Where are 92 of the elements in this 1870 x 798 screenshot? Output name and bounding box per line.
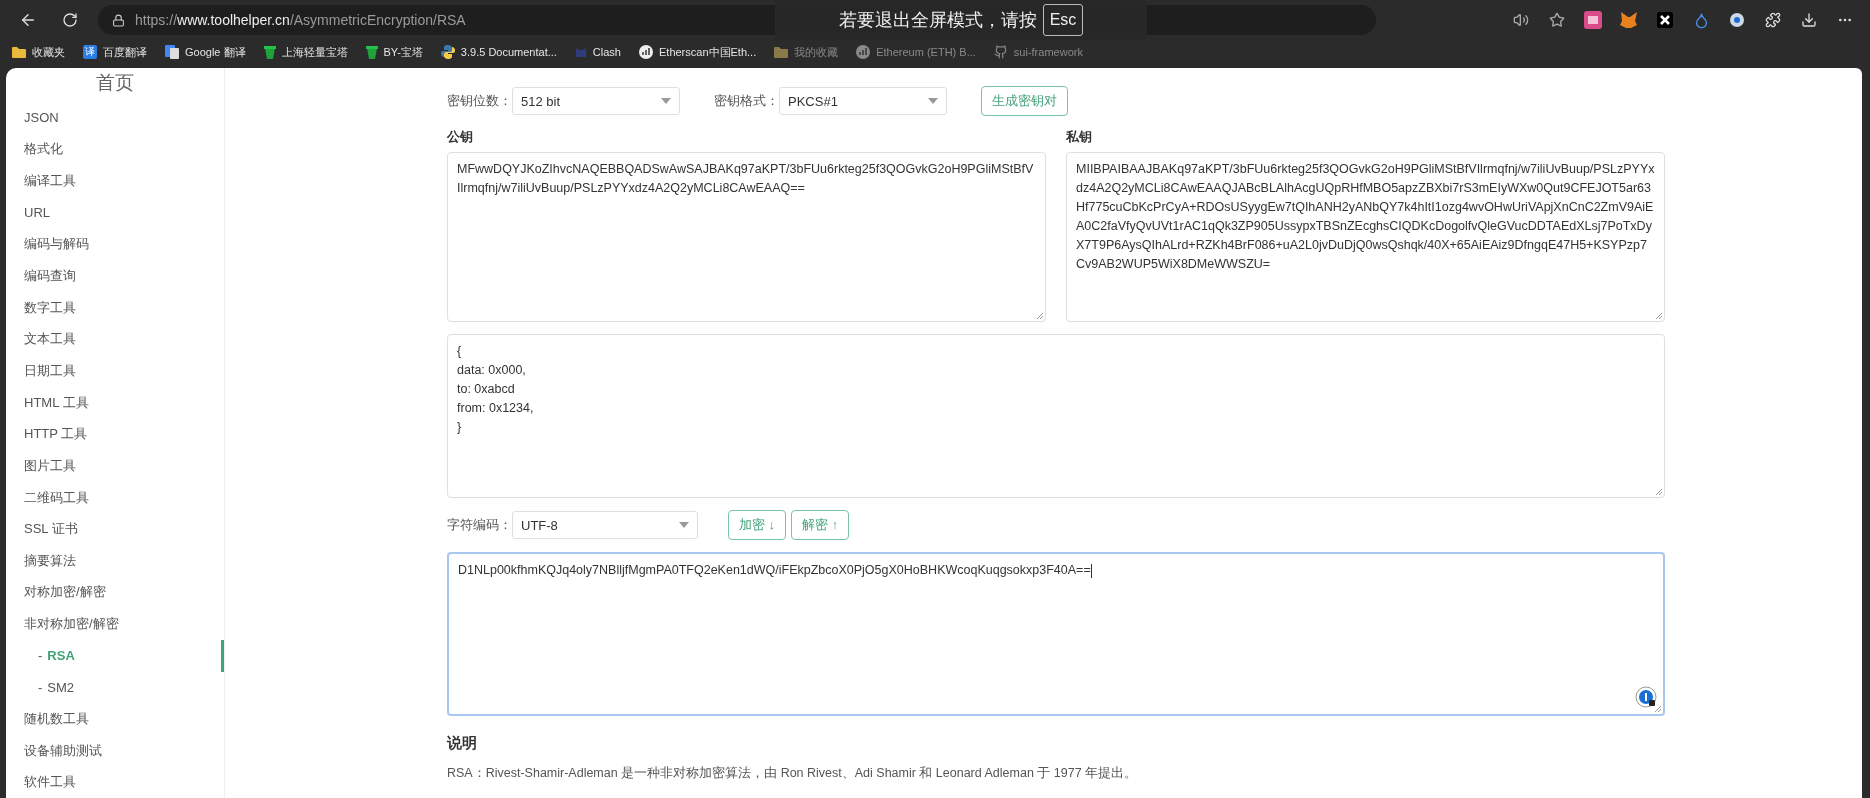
cat-icon [574, 46, 587, 58]
python-icon [440, 45, 455, 59]
sidebar-item[interactable]: 文本工具 [6, 323, 224, 356]
sidebar-subitem[interactable]: - RSA [6, 639, 224, 672]
bookmark-item[interactable]: Ethereum (ETH) B... [856, 45, 976, 59]
subitem-label: RSA [47, 648, 75, 664]
sidebar-item[interactable]: 格式化 [6, 133, 224, 166]
sidebar-item[interactable]: 编译工具 [6, 165, 224, 197]
extension-icon[interactable] [1582, 9, 1604, 31]
url-text: https://www.toolhelper.cn/AsymmetricEncryption/RSA [135, 12, 466, 28]
bookmark-label: Clash [592, 46, 621, 58]
tower-icon [263, 45, 276, 59]
notice-text: 若要退出全屏模式，请按 [838, 9, 1037, 32]
bookmark-label: 我的收藏 [794, 44, 839, 60]
resize-handle-icon[interactable] [1655, 312, 1663, 320]
bookmark-item[interactable]: sui-framework [993, 45, 1083, 59]
key-label: Esc [1042, 4, 1084, 36]
sidebar-item[interactable]: 软件工具 [6, 766, 224, 798]
sidebar-item[interactable]: 随机数工具 [6, 703, 224, 735]
ciphertext-field[interactable]: D1NLp00kfhmKQJq4oly7NBlljfMgmPA0TFQ2eKen1dWQ/iFEkpZbcoX0PjO5gX0HoBHKWcoqKuqgsokxp3F40A== [447, 552, 1665, 716]
github-icon [993, 45, 1008, 59]
sidebar-item[interactable]: HTTP 工具 [6, 418, 224, 451]
bookmark-label: Ethereum (ETH) B... [876, 46, 976, 58]
private-key-label: 私钥 [1066, 128, 1093, 146]
section-title: 说明 [447, 734, 478, 753]
sidebar-subitem[interactable]: - SM2 [6, 671, 224, 704]
key-size-select[interactable]: 512 bit [512, 87, 680, 115]
bookmark-label: 收藏夹 [32, 44, 65, 60]
sidebar-title[interactable]: 首页 [6, 70, 224, 96]
sidebar-item[interactable]: 日期工具 [6, 355, 224, 387]
text-cursor [1090, 563, 1092, 578]
sidebar-item[interactable]: 设备辅助测试 [6, 734, 224, 767]
description-text: RSA：Rivest-Shamir-Adleman 是一种非对称加密算法，由 Ron Rivest、Adi Shamir 和 Leonard Adleman 于 1977 年提出。 [447, 765, 1139, 782]
message-field[interactable]: { data: 0x000, to: 0xabcd from: 0x1234, } [447, 334, 1665, 498]
sidebar-item[interactable]: 数字工具 [6, 291, 224, 324]
sidebar-item[interactable]: URL [6, 196, 224, 229]
reload-icon[interactable] [62, 12, 78, 28]
back-icon[interactable] [19, 11, 37, 29]
bookmark-item[interactable]: Google 翻译 [165, 44, 246, 60]
key-size-label: 密钥位数： [447, 92, 512, 110]
charset-label: 字符编码： [447, 516, 512, 534]
bookmark-item[interactable]: 收藏夹 [12, 44, 65, 60]
bookmark-label: sui-framework [1013, 46, 1083, 58]
fox-icon[interactable] [1618, 9, 1640, 31]
bookmark-label: 上海轻量宝塔 [281, 44, 348, 60]
caret-icon [679, 522, 689, 528]
key-format-select[interactable]: PKCS#1 [779, 87, 947, 115]
bookmark-item[interactable]: Etherscan中国Eth... [639, 44, 757, 60]
bookmark-item[interactable]: 译 百度翻译 [83, 44, 147, 60]
extension-icon[interactable] [1654, 9, 1676, 31]
translate-icon: 译 [83, 45, 97, 59]
sidebar-item[interactable]: 编码与解码 [6, 228, 224, 261]
folder-icon [12, 46, 26, 58]
lock-icon [112, 13, 125, 27]
sidebar-item[interactable]: 对称加密/解密 [6, 576, 224, 609]
sidebar-item[interactable]: JSON [6, 102, 224, 134]
subitem-label: SM2 [47, 679, 75, 695]
bookmark-item[interactable]: 3.9.5 Documentat... [440, 45, 557, 59]
key-format-label: 密钥格式： [714, 92, 779, 110]
chart-circle-icon [856, 45, 871, 59]
public-key-field[interactable]: MFwwDQYJKoZIhvcNAQEBBQADSwAwSAJBAKq97aKPT/3bFUu6rkteg25f3QOGvkG2oH9PGliMStBfVIlrmqfnj/w7iliUvBuup/PSLzPYYxdz4A2Q2yMCLi8CAwEAAQ== [447, 152, 1046, 322]
charset-select[interactable]: UTF-8 [512, 511, 698, 539]
chart-circle-icon [639, 45, 653, 59]
resize-handle-icon[interactable] [1654, 705, 1662, 713]
bookmark-item[interactable]: Clash [574, 46, 621, 58]
caret-icon [928, 98, 938, 104]
bookmark-label: 百度翻译 [103, 44, 147, 60]
dash-marker: - [38, 648, 43, 664]
bookmark-label: Google 翻译 [185, 44, 246, 60]
dash-marker: - [38, 679, 43, 695]
sidebar-item[interactable]: 编码查询 [6, 260, 224, 292]
public-key-label: 公钥 [447, 128, 474, 146]
sidebar-item[interactable]: 摘要算法 [6, 544, 224, 577]
caret-icon [661, 98, 671, 104]
sidebar-item[interactable]: HTML 工具 [6, 386, 224, 419]
resize-handle-icon[interactable] [1036, 312, 1044, 320]
sidebar-item[interactable]: 二维码工具 [6, 481, 224, 514]
bookmark-label: 3.9.5 Documentat... [460, 46, 557, 58]
sidebar-item[interactable]: SSL 证书 [6, 513, 224, 545]
password-manager-icon[interactable] [1635, 686, 1657, 708]
bookmark-label: BY-宝塔 [383, 44, 423, 60]
sidebar-item[interactable]: 非对称加密/解密 [6, 608, 224, 640]
sidebar-item[interactable]: 图片工具 [6, 450, 224, 482]
bookmark-item[interactable]: BY-宝塔 [365, 44, 423, 60]
resize-handle-icon[interactable] [1655, 488, 1663, 496]
bookmark-item[interactable]: 我的收藏 [774, 44, 839, 60]
bookmark-item[interactable]: 上海轻量宝塔 [263, 44, 348, 60]
bookmark-label: Etherscan中国Eth... [659, 44, 757, 60]
translate-icon [165, 45, 179, 59]
tower-icon [365, 45, 378, 59]
folder-icon [774, 46, 789, 58]
private-key-field[interactable]: MIIBPAIBAAJBAKq97aKPT/3bFUu6rkteg25f3QOGvkG2oH9PGliMStBfVIlrmqfnj/w7iliUvBuup/PSLzPYYxdz4A2Q2yMCLi8CAwEAAQJABcBLAlhAcgUQpRHfMBO5apzZBXbi7rS3mEIyWXw0Qut9CFEJOT5ar63Hf775cuCbKcPrCyA+RDOsUSyygEw7tQIhANH2yANbQY7k4hItI1ozg4wvOHwUriVApjXnCnC2ZmV9AiEA0C2faVfyQvUVt1rAC1qQk3ZP905UssypxTBSnZEcghsCIQDKcDogolfvQleGVucDDTAEdXLsj7PoTxDyX7T9P6AysQIhALrd+RZKh4BrF086+uA2L0jvDuDjQ0wsQshqk/40X+65AiEAiz9DfngqE47H5+KSYPzp7Cv9AB2WUP5WiX8DMeWWSZU= [1066, 152, 1665, 322]
